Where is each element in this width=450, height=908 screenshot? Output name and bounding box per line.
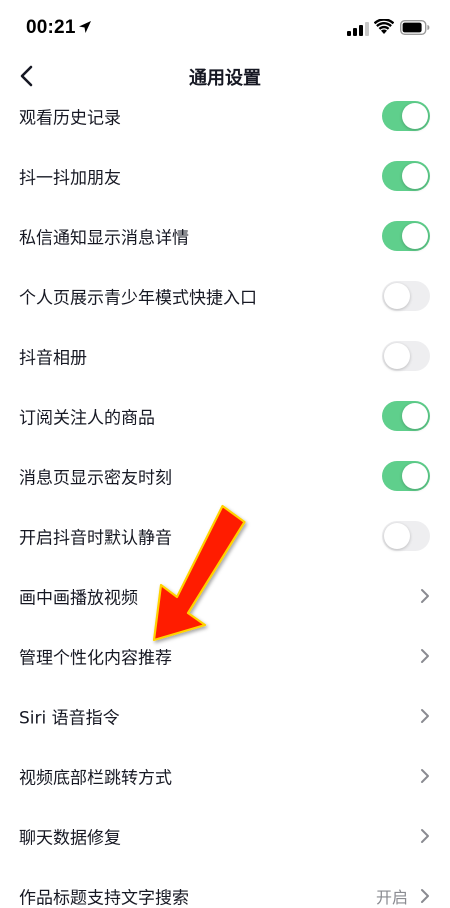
settings-row[interactable]: 管理个性化内容推荐 [0, 626, 450, 686]
toggle-knob [384, 343, 410, 369]
toggle-switch-off[interactable] [382, 281, 430, 311]
chevron-right-icon [421, 589, 429, 603]
settings-row: 私信通知显示消息详情 [0, 206, 450, 266]
toggle-knob [384, 283, 410, 309]
toggle-switch-off[interactable] [382, 521, 430, 551]
settings-row: 开启抖音时默认静音 [0, 506, 450, 566]
battery-icon [400, 20, 430, 35]
settings-row-label: 订阅关注人的商品 [19, 408, 155, 429]
settings-row: 观看历史记录 [0, 86, 450, 146]
settings-row-label: Siri 语音指令 [19, 708, 120, 729]
toggle-switch-on[interactable] [382, 161, 430, 191]
status-bar: 00:21 [0, 0, 450, 56]
signal-icon [347, 22, 369, 36]
settings-row[interactable]: 聊天数据修复 [0, 806, 450, 866]
settings-list: 观看历史记录 抖一抖加朋友私信通知显示消息详情个人页展示青少年模式快捷入口 抖音相册… [0, 86, 450, 908]
settings-row-label: 观看历史记录 [19, 108, 121, 129]
chevron-right-icon [421, 829, 429, 843]
settings-row: 消息页显示密友时刻 [0, 446, 450, 506]
settings-screen: 00:21 通用设置 观看历史记录 抖一抖加朋友 私信通知显示消息详情 个人页展… [0, 0, 450, 908]
chevron-right-icon [421, 889, 429, 903]
settings-row-label: 抖音相册 [19, 348, 87, 369]
location-arrow-icon [79, 21, 91, 33]
toggle-knob [402, 223, 428, 249]
wifi-icon [374, 19, 394, 34]
settings-row-value: 开启 [375, 888, 408, 907]
settings-row-label: 画中画播放视频 [19, 588, 138, 609]
toggle-knob [402, 403, 428, 429]
settings-row-label: 抖一抖加朋友 [19, 168, 121, 189]
settings-row[interactable]: 视频底部栏跳转方式 [0, 746, 450, 806]
settings-row: 订阅关注人的商品 [0, 386, 450, 446]
settings-row[interactable]: 画中画播放视频 [0, 566, 450, 626]
settings-row-label: 作品标题支持文字搜索 [19, 888, 189, 908]
settings-row-label: 聊天数据修复 [19, 828, 121, 849]
settings-row-label: 私信通知显示消息详情 [19, 228, 189, 249]
settings-row: 抖一抖加朋友 [0, 146, 450, 206]
settings-row[interactable]: Siri 语音指令 [0, 686, 450, 746]
chevron-right-icon [421, 769, 429, 783]
toggle-switch-on[interactable] [382, 461, 430, 491]
settings-row-label: 消息页显示密友时刻 [19, 468, 172, 489]
toggle-knob [402, 463, 428, 489]
toggle-switch-on[interactable] [382, 221, 430, 251]
settings-row[interactable]: 作品标题支持文字搜索 开启 [0, 866, 450, 908]
toggle-knob [402, 163, 428, 189]
status-time: 00:21 [26, 17, 76, 38]
settings-row-label: 管理个性化内容推荐 [19, 648, 172, 669]
settings-row-label: 开启抖音时默认静音 [19, 528, 172, 549]
toggle-knob [384, 523, 410, 549]
toggle-knob [402, 103, 428, 129]
chevron-right-icon [421, 649, 429, 663]
settings-row-label: 个人页展示青少年模式快捷入口 [19, 288, 257, 309]
settings-row: 个人页展示青少年模式快捷入口 [0, 266, 450, 326]
chevron-right-icon [421, 709, 429, 723]
settings-row: 抖音相册 [0, 326, 450, 386]
toggle-switch-on[interactable] [382, 401, 430, 431]
settings-row-label: 视频底部栏跳转方式 [19, 768, 172, 789]
toggle-switch-off[interactable] [382, 341, 430, 371]
toggle-switch-on[interactable] [382, 101, 430, 131]
